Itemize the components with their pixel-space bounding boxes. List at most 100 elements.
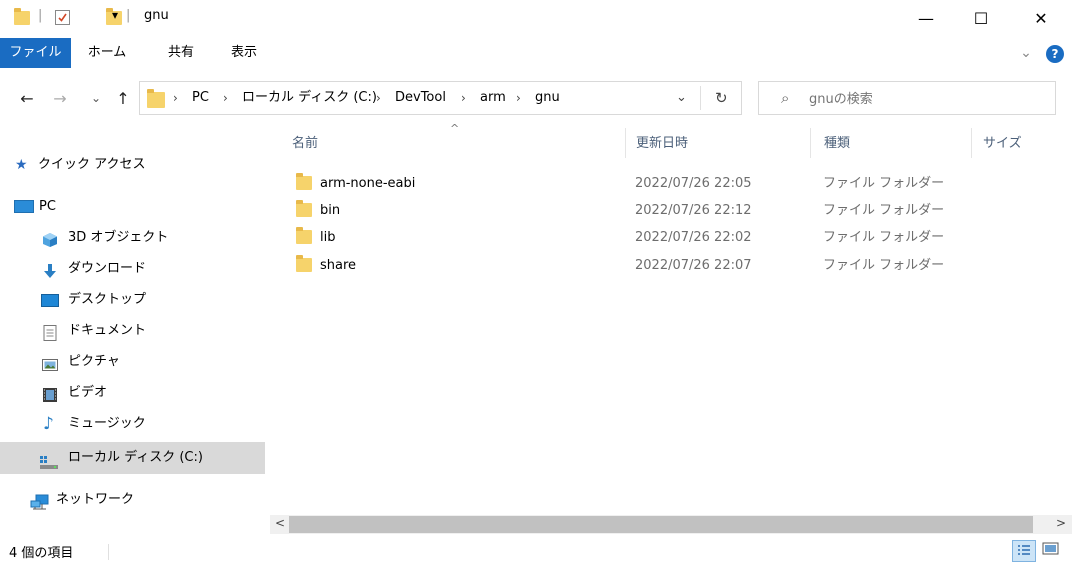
- file-name: lib: [320, 230, 336, 245]
- video-icon: [42, 385, 58, 402]
- ribbon-tabs: ファイル ホーム 共有 表示 ⌄ ?: [0, 38, 1072, 68]
- sidebar-item-network[interactable]: ネットワーク: [0, 485, 265, 515]
- file-date: 2022/07/26 22:12: [635, 203, 752, 218]
- breadcrumb-gnu[interactable]: gnu: [535, 82, 560, 114]
- sidebar-item-documents[interactable]: ドキュメント: [0, 316, 265, 346]
- sidebar-item-3d-objects[interactable]: 3D オブジェクト: [0, 223, 265, 253]
- sidebar-item-videos[interactable]: ビデオ: [0, 378, 265, 408]
- breadcrumb-separator: ›: [173, 91, 178, 105]
- sidebar-item-music[interactable]: ♪ ミュージック: [0, 409, 265, 439]
- sidebar-item-pictures[interactable]: ピクチャ: [0, 347, 265, 377]
- table-row[interactable]: share 2022/07/26 22:07 ファイル フォルダー: [292, 252, 1052, 279]
- window-title: gnu: [144, 8, 169, 23]
- tab-file[interactable]: ファイル: [0, 38, 71, 68]
- sidebar-item-label: PC: [39, 199, 56, 214]
- sidebar-item-label: デスクトップ: [68, 292, 147, 307]
- tab-home[interactable]: ホーム: [80, 38, 134, 68]
- table-row[interactable]: lib 2022/07/26 22:02 ファイル フォルダー: [292, 224, 1052, 251]
- sidebar-item-label: ネットワーク: [56, 492, 135, 507]
- sidebar-item-downloads[interactable]: ダウンロード: [0, 254, 265, 284]
- sidebar-item-label: クイック アクセス: [38, 157, 146, 172]
- folder-icon: [296, 227, 312, 244]
- file-name: bin: [320, 203, 341, 218]
- tab-view[interactable]: 表示: [222, 38, 266, 68]
- breadcrumb-local-disk[interactable]: ローカル ディスク (C:): [242, 82, 377, 114]
- file-type: ファイル フォルダー: [823, 230, 945, 245]
- star-icon: ★: [15, 157, 28, 173]
- large-icons-view-button[interactable]: [1042, 541, 1064, 561]
- back-button[interactable]: ←: [16, 86, 38, 110]
- navigation-bar: ← → ⌄ ↑ › PC › ローカル ディスク (C:) › DevTool …: [0, 78, 1072, 118]
- column-header-name[interactable]: 名前: [292, 132, 622, 156]
- up-button[interactable]: ↑: [112, 86, 134, 110]
- column-divider[interactable]: [810, 128, 811, 158]
- document-icon: [43, 323, 59, 341]
- search-icon: ⌕: [781, 89, 790, 107]
- minimize-button[interactable]: —: [903, 0, 949, 36]
- file-list: ^ 名前 更新日時 種類 サイズ arm-none-eabi 2022/07/2…: [265, 122, 1072, 517]
- breadcrumb-devtool[interactable]: DevTool: [395, 82, 446, 114]
- sidebar-item-label: ビデオ: [68, 385, 108, 400]
- folder-icon: [147, 89, 165, 108]
- properties-icon[interactable]: [55, 10, 70, 25]
- sidebar-item-desktop[interactable]: デスクトップ: [0, 285, 265, 315]
- breadcrumb-separator[interactable]: ›: [376, 82, 381, 114]
- search-input[interactable]: [807, 87, 1041, 111]
- sidebar-item-pc[interactable]: PC: [0, 192, 265, 222]
- music-icon: ♪: [43, 414, 54, 434]
- qa-separator: |: [126, 8, 131, 23]
- sidebar-item-local-disk[interactable]: ローカル ディスク (C:): [0, 442, 265, 474]
- tab-share[interactable]: 共有: [154, 38, 208, 68]
- column-header-type[interactable]: 種類: [824, 132, 964, 156]
- breadcrumb-separator[interactable]: ›: [516, 82, 521, 114]
- table-row[interactable]: arm-none-eabi 2022/07/26 22:05 ファイル フォルダ…: [292, 170, 1052, 197]
- cube-icon: [42, 230, 58, 247]
- breadcrumb-separator[interactable]: ›: [461, 82, 466, 114]
- address-bar[interactable]: › PC › ローカル ディスク (C:) › DevTool › arm › …: [139, 81, 742, 115]
- sidebar-item-quick-access[interactable]: ★ クイック アクセス: [0, 150, 265, 180]
- status-bar: 4 個の項目: [0, 540, 1072, 566]
- column-divider[interactable]: [971, 128, 972, 158]
- file-name: arm-none-eabi: [320, 176, 416, 191]
- details-view-button[interactable]: [1012, 540, 1036, 562]
- scrollbar-thumb[interactable]: [289, 516, 1033, 533]
- file-type: ファイル フォルダー: [823, 203, 945, 218]
- breadcrumb-separator[interactable]: ›: [223, 82, 228, 114]
- qa-dropdown-icon[interactable]: ▾: [112, 8, 118, 22]
- sidebar-item-label: ミュージック: [68, 416, 146, 431]
- file-type: ファイル フォルダー: [823, 176, 945, 191]
- status-divider: [108, 544, 109, 560]
- navigation-pane: ★ クイック アクセス PC 3D オブジェクト ダウンロード デスクトップ ド…: [0, 122, 265, 532]
- file-name: share: [320, 258, 357, 273]
- forward-button[interactable]: →: [49, 86, 71, 110]
- scroll-left-button[interactable]: <: [275, 516, 285, 530]
- column-header-size[interactable]: サイズ: [983, 132, 1063, 156]
- address-dropdown-icon[interactable]: ⌄: [676, 82, 687, 114]
- table-row[interactable]: bin 2022/07/26 22:12 ファイル フォルダー: [292, 197, 1052, 224]
- file-date: 2022/07/26 22:07: [635, 258, 752, 273]
- network-icon: [30, 492, 49, 510]
- close-button[interactable]: ✕: [1018, 0, 1064, 36]
- folder-icon[interactable]: [14, 8, 30, 25]
- sidebar-item-label: ダウンロード: [68, 261, 147, 276]
- title-bar: | ▾ | gnu — ☐ ✕: [0, 0, 1072, 36]
- item-count: 4 個の項目: [9, 546, 74, 561]
- scroll-right-button[interactable]: >: [1056, 516, 1066, 530]
- picture-icon: [42, 354, 58, 371]
- sidebar-item-label: ドキュメント: [68, 323, 147, 338]
- search-box[interactable]: ⌕: [758, 81, 1056, 115]
- address-divider: [700, 86, 701, 110]
- refresh-icon[interactable]: ↻: [715, 82, 728, 114]
- breadcrumb-arm[interactable]: arm: [480, 82, 506, 114]
- horizontal-scrollbar[interactable]: < >: [270, 515, 1072, 534]
- file-date: 2022/07/26 22:02: [635, 230, 752, 245]
- recent-locations-button[interactable]: ⌄: [85, 86, 107, 110]
- breadcrumb-pc[interactable]: PC: [192, 82, 209, 114]
- column-divider[interactable]: [625, 128, 626, 158]
- sidebar-item-label: ローカル ディスク (C:): [68, 450, 203, 465]
- ribbon-collapse-icon[interactable]: ⌄: [1016, 38, 1036, 68]
- maximize-button[interactable]: ☐: [958, 0, 1004, 36]
- help-icon[interactable]: ?: [1046, 45, 1064, 63]
- column-header-date[interactable]: 更新日時: [636, 132, 806, 156]
- file-date: 2022/07/26 22:05: [635, 176, 752, 191]
